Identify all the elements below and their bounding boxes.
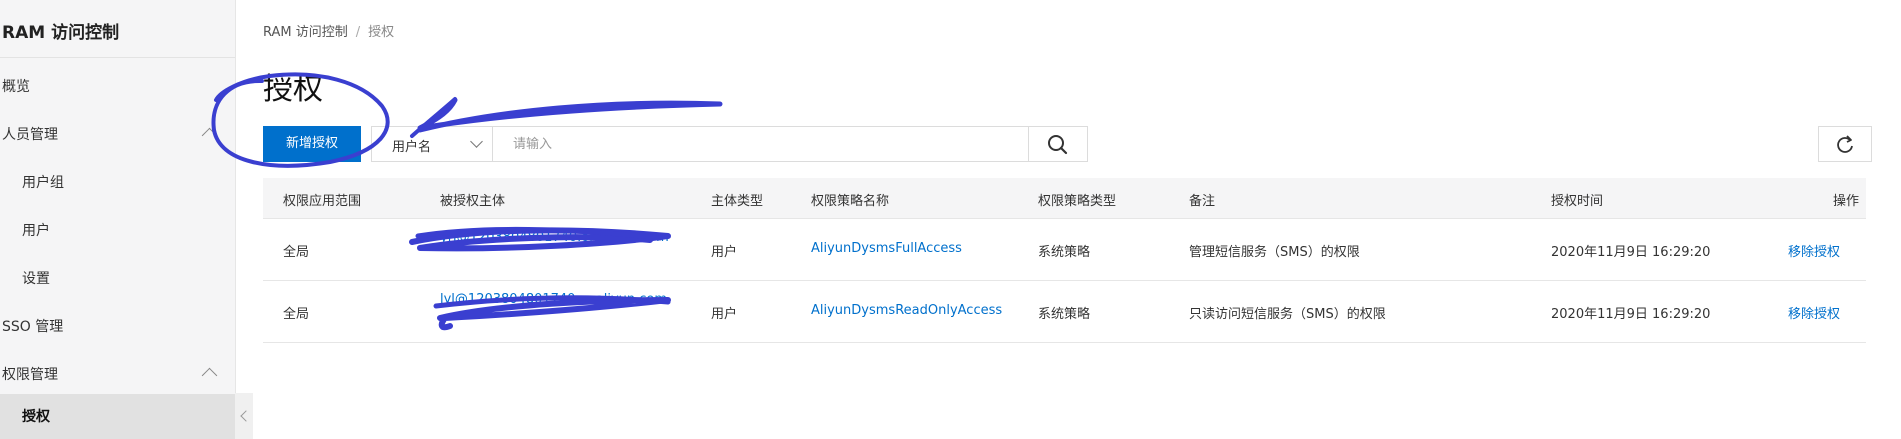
search-input[interactable] <box>493 127 1021 161</box>
cell-note: 管理短信服务（SMS）的权限 <box>1189 245 1360 260</box>
refresh-button[interactable] <box>1818 126 1872 162</box>
sidebar-item-label: 人员管理 <box>2 127 58 143</box>
column-header: 授权时间 <box>1551 194 1604 209</box>
remove-grant-link[interactable]: 移除授权 <box>1788 241 1840 260</box>
sidebar-item-overview[interactable]: 概览 <box>0 64 235 104</box>
column-header: 操作 <box>1833 194 1860 209</box>
sidebar-item-users[interactable]: 用户 <box>0 208 235 248</box>
sidebar-item-settings[interactable]: 设置 <box>0 256 235 296</box>
cell-policy-type: 系统策略 <box>1038 307 1091 322</box>
breadcrumb-current: 授权 <box>368 25 395 40</box>
sidebar-item-permissions[interactable]: 权限管理 <box>0 352 235 392</box>
filter-type-select[interactable]: 用户名 <box>372 127 493 161</box>
sidebar-item-label: 授权 <box>22 409 50 425</box>
cell-subject-type: 用户 <box>711 307 738 322</box>
sidebar: RAM 访问控制 概览 人员管理 用户组 用户 设置 SSO 管理 权限管理 授… <box>0 0 236 439</box>
table-row: 全局 yri@1203804801740.onaliyun.com 用户 Ali… <box>263 219 1866 281</box>
breadcrumb-root[interactable]: RAM 访问控制 <box>263 25 348 40</box>
cell-policy-name[interactable]: AliyunDysmsReadOnlyAccess <box>811 303 1002 318</box>
cell-policy-type: 系统策略 <box>1038 245 1091 260</box>
sidebar-collapse-button[interactable] <box>235 393 253 439</box>
column-header: 被授权主体 <box>440 194 506 209</box>
cell-policy-name[interactable]: AliyunDysmsFullAccess <box>811 241 962 256</box>
sidebar-title: RAM 访问控制 <box>2 23 120 43</box>
column-header: 备注 <box>1189 194 1216 209</box>
cell-scope: 全局 <box>283 307 310 322</box>
breadcrumb: RAM 访问控制 / 授权 <box>263 21 394 40</box>
chevron-up-icon <box>201 367 218 384</box>
table-row: 全局 lyl@1203804801740.onaliyun.com 用户 Ali… <box>263 281 1866 343</box>
column-header: 权限策略类型 <box>1038 194 1117 209</box>
refresh-icon <box>1837 135 1853 153</box>
search-bar: 用户名 <box>371 126 1088 162</box>
sidebar-item-sso[interactable]: SSO 管理 <box>0 304 235 344</box>
search-button[interactable] <box>1028 127 1087 161</box>
sidebar-item-label: 概览 <box>2 79 30 95</box>
chevron-down-icon <box>470 135 483 148</box>
add-grant-button[interactable]: 新增授权 <box>263 126 361 162</box>
cell-subject-type: 用户 <box>711 245 738 260</box>
cell-note: 只读访问短信服务（SMS）的权限 <box>1189 307 1386 322</box>
cell-scope: 全局 <box>283 245 310 260</box>
chevron-left-icon <box>240 410 252 422</box>
sidebar-item-label: 权限管理 <box>2 367 58 383</box>
sidebar-item-label: 用户 <box>22 223 50 239</box>
cell-subject[interactable]: yri@1203804801740.onaliyun.com <box>440 229 670 247</box>
filter-type-value: 用户名 <box>392 140 432 155</box>
sidebar-item-identities[interactable]: 人员管理 <box>0 112 235 152</box>
column-header: 权限应用范围 <box>283 194 362 209</box>
sidebar-item-groups[interactable]: 用户组 <box>0 160 235 200</box>
sidebar-divider <box>0 57 235 58</box>
table-header: 权限应用范围 被授权主体 主体类型 权限策略名称 权限策略类型 备注 授权时间 … <box>263 178 1866 219</box>
sidebar-item-label: 用户组 <box>22 175 64 191</box>
cell-time: 2020年11月9日 16:29:20 <box>1551 245 1711 260</box>
cell-time: 2020年11月9日 16:29:20 <box>1551 307 1711 322</box>
page-title: 授权 <box>263 72 323 107</box>
sidebar-item-label: 设置 <box>22 271 50 287</box>
search-icon <box>1048 135 1068 155</box>
sidebar-item-label: SSO 管理 <box>2 319 64 335</box>
breadcrumb-separator: / <box>355 25 361 40</box>
column-header: 主体类型 <box>711 194 764 209</box>
sidebar-item-grants[interactable]: 授权 <box>0 394 235 439</box>
column-header: 权限策略名称 <box>811 194 890 209</box>
remove-grant-link[interactable]: 移除授权 <box>1788 303 1840 322</box>
chevron-up-icon <box>201 127 218 144</box>
cell-subject[interactable]: lyl@1203804801740.onaliyun.com <box>440 291 670 309</box>
